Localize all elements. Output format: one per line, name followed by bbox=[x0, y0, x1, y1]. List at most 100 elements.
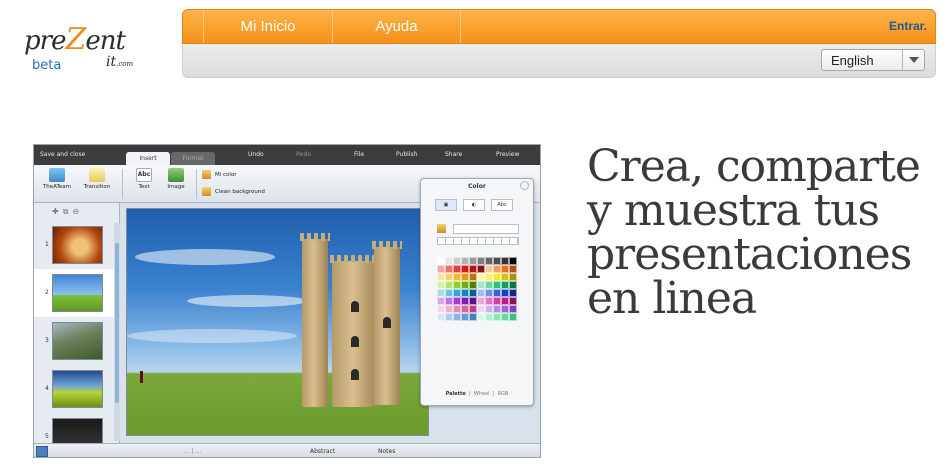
color-mode-tabs: Palette | Wheel | RGB bbox=[445, 391, 509, 397]
slide-thumbnail bbox=[52, 322, 103, 360]
color-swatch bbox=[453, 257, 461, 265]
image-button: Image bbox=[162, 168, 190, 190]
slide-number: 5 bbox=[45, 433, 49, 440]
color-swatch bbox=[493, 313, 501, 321]
color-swatch bbox=[501, 265, 509, 273]
castle-tower bbox=[330, 255, 380, 407]
color-swatch bbox=[437, 265, 445, 273]
notes-button: Notes bbox=[378, 448, 396, 455]
headline-line: y muestra tus bbox=[587, 185, 880, 236]
color-swatch bbox=[469, 297, 477, 305]
slides-panel: ✚⧉⊖ 1 2 3 4 5 bbox=[34, 203, 120, 456]
ribbon-divider bbox=[196, 169, 197, 199]
slide-thumb-item-selected: 2 bbox=[34, 269, 114, 317]
color-swatch bbox=[509, 289, 517, 297]
close-icon bbox=[520, 181, 529, 190]
slide-tools: ✚⧉⊖ bbox=[52, 207, 84, 216]
color-swatch bbox=[477, 281, 485, 289]
color-swatch bbox=[461, 257, 469, 265]
color-swatch bbox=[477, 305, 485, 313]
logo[interactable]: preZent beta it.com bbox=[22, 14, 152, 76]
rgb-tab: RGB bbox=[497, 391, 509, 397]
color-swatch bbox=[493, 273, 501, 281]
color-swatch bbox=[461, 305, 469, 313]
headline-line: presentaciones bbox=[587, 229, 912, 280]
palette-tab: Palette bbox=[445, 391, 466, 397]
language-select-value: English bbox=[831, 53, 874, 68]
color-swatch bbox=[469, 289, 477, 297]
color-swatch bbox=[445, 257, 453, 265]
color-swatch bbox=[501, 305, 509, 313]
chevron-down-icon[interactable] bbox=[902, 50, 924, 70]
save-and-close-button: Save and close bbox=[40, 151, 86, 158]
login-link[interactable]: Entrar. bbox=[889, 10, 927, 43]
color-swatch bbox=[501, 297, 509, 305]
color-swatch bbox=[445, 305, 453, 313]
color-swatch bbox=[485, 265, 493, 273]
color-swatch bbox=[445, 273, 453, 281]
castle-tower bbox=[372, 241, 402, 405]
color-swatch bbox=[469, 281, 477, 289]
headline-line: en linea bbox=[587, 273, 757, 324]
transition-icon bbox=[89, 168, 105, 182]
color-swatch bbox=[461, 265, 469, 273]
color-swatch bbox=[477, 273, 485, 281]
clean-background-icon bbox=[202, 187, 211, 196]
color-swatch bbox=[437, 257, 445, 265]
text-icon: Abc bbox=[136, 168, 152, 182]
slide-thumbnail bbox=[52, 370, 103, 408]
undo-button: Undo bbox=[248, 151, 264, 158]
slide-number: 3 bbox=[45, 337, 49, 344]
logo-wordmark: preZent bbox=[24, 22, 126, 57]
slide-thumbnail bbox=[52, 274, 103, 312]
language-select[interactable]: English bbox=[821, 49, 925, 71]
transition-button: Transition bbox=[80, 168, 114, 190]
color-swatch bbox=[493, 289, 501, 297]
fill-tab-icon: ◐ bbox=[463, 199, 485, 211]
nav-item-ayuda[interactable]: Ayuda bbox=[333, 10, 461, 43]
color-swatch bbox=[437, 297, 445, 305]
paint-brush-icon bbox=[437, 224, 446, 233]
image-icon bbox=[168, 168, 184, 182]
color-swatch bbox=[437, 289, 445, 297]
tab-format: Format bbox=[171, 152, 215, 165]
color-swatch bbox=[509, 281, 517, 289]
color-swatch bbox=[445, 297, 453, 305]
color-panel-title: Color bbox=[468, 183, 486, 190]
color-swatch bbox=[509, 265, 517, 273]
app-preview-screenshot: Save and close Insert Format Undo Redo F… bbox=[33, 144, 541, 458]
color-swatch bbox=[509, 297, 517, 305]
theme-icon bbox=[49, 168, 65, 182]
color-swatch bbox=[461, 313, 469, 321]
color-swatch bbox=[485, 305, 493, 313]
slide-thumb-item: 1 bbox=[34, 221, 114, 269]
text-button: Abc Text bbox=[130, 168, 158, 190]
color-palette-grid bbox=[437, 257, 517, 329]
color-swatch bbox=[437, 305, 445, 313]
file-menu: File bbox=[354, 151, 365, 158]
scrollbar-thumb bbox=[115, 243, 119, 403]
color-swatch bbox=[477, 265, 485, 273]
preview-button: Preview bbox=[496, 151, 520, 158]
slide-thumb-item: 3 bbox=[34, 317, 114, 365]
cloud bbox=[135, 249, 275, 265]
color-swatch bbox=[461, 289, 469, 297]
color-swatch bbox=[453, 297, 461, 305]
color-swatch bbox=[437, 281, 445, 289]
color-swatch bbox=[445, 289, 453, 297]
color-swatch bbox=[477, 297, 485, 305]
color-swatch bbox=[445, 265, 453, 273]
share-button: Share bbox=[445, 151, 463, 158]
color-swatch bbox=[509, 313, 517, 321]
recent-colors-row bbox=[437, 237, 519, 245]
color-swatch bbox=[485, 281, 493, 289]
color-swatch bbox=[509, 305, 517, 313]
color-swatch bbox=[485, 257, 493, 265]
sub-bar: English bbox=[182, 44, 936, 78]
color-swatch bbox=[501, 281, 509, 289]
color-swatch bbox=[485, 273, 493, 281]
publish-button: Publish bbox=[396, 151, 418, 158]
main-nav: Mi Inicio Ayuda Entrar. bbox=[182, 9, 936, 44]
nav-item-mi-inicio[interactable]: Mi Inicio bbox=[203, 10, 333, 43]
color-swatch bbox=[493, 281, 501, 289]
